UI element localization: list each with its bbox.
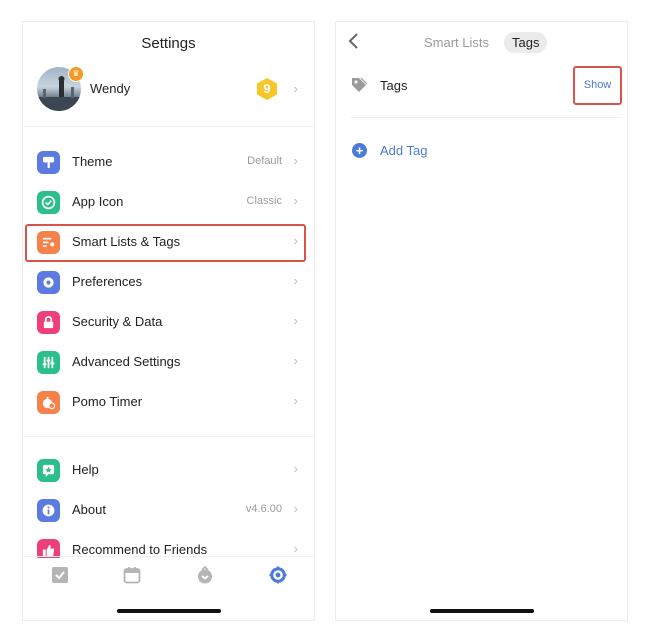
home-indicator [117,609,221,613]
info-icon [37,499,60,522]
tab-smart-lists[interactable]: Smart Lists [416,32,497,53]
settings-item-app-icon[interactable]: App Icon Classic › [37,184,302,220]
calendar-icon[interactable] [117,560,147,590]
settings-item-value: Default [247,155,282,167]
settings-item-label: About [72,502,106,517]
chevron-right-icon: › [293,193,298,208]
settings-item-security-data[interactable]: Security & Data › [37,304,302,340]
settings-item-value: v4.6.00 [245,503,282,515]
settings-item-label: App Icon [72,194,124,209]
gear-icon [37,271,60,294]
chevron-right-icon: › [293,393,298,408]
divider [350,117,622,118]
settings-item-smart-lists-tags[interactable]: Smart Lists & Tags › [37,224,302,260]
chevron-right-icon: › [293,81,298,96]
smart-lists-icon [37,231,60,254]
tabbar-divider [23,556,314,557]
settings-item-label: Help [72,462,99,477]
chevron-right-icon: › [293,541,298,556]
profile-name: Wendy [90,81,131,96]
level-badge: 9 [256,77,278,101]
settings-item-about[interactable]: About v4.6.00 › [37,492,302,528]
chevron-right-icon: › [293,313,298,328]
settings-item-label: Advanced Settings [72,354,181,369]
settings-gear-icon[interactable] [263,560,293,590]
crown-icon: ♛ [68,66,84,82]
settings-item-help[interactable]: Help › [37,452,302,488]
settings-item-pomo-timer[interactable]: Pomo Timer › [37,384,302,420]
show-button[interactable]: Show [573,66,622,105]
lock-icon [37,311,60,334]
tag-icon [350,76,368,94]
home-indicator [430,609,534,613]
settings-item-label: Smart Lists & Tags [72,234,181,249]
task-check-icon[interactable] [45,560,75,590]
page-title: Settings [141,35,196,52]
pomo-icon[interactable] [190,560,220,590]
profile-row[interactable]: ♛ Wendy 9 › [37,66,302,113]
settings-screen: Settings ♛ Wendy 9 › Theme Default › App… [22,21,315,621]
settings-item-recommend[interactable]: Recommend to Friends › [37,532,302,558]
settings-item-label: Pomo Timer [72,394,143,409]
chevron-right-icon: › [293,461,298,476]
settings-item-theme[interactable]: Theme Default › [37,144,302,180]
chevron-right-icon: › [293,501,298,516]
chevron-right-icon: › [293,353,298,368]
add-tag-button[interactable]: + Add Tag [350,141,550,163]
level-badge-number: 9 [263,81,271,96]
back-chevron-icon[interactable] [346,32,362,50]
app-icon-check-icon [37,191,60,214]
settings-item-value: Classic [246,195,282,207]
tab-bar [23,560,314,594]
plus-circle-icon: + [352,143,367,158]
theme-icon [37,151,60,174]
chevron-right-icon: › [293,273,298,288]
tags-screen: Smart Lists Tags Tags Show + Add Tag [335,21,628,621]
settings-item-preferences[interactable]: Preferences › [37,264,302,300]
divider [23,436,314,437]
help-star-icon [37,459,60,482]
divider [23,126,314,127]
settings-item-label: Theme [72,154,113,169]
settings-item-label: Recommend to Friends [72,542,208,557]
chevron-right-icon: › [293,153,298,168]
tab-tags[interactable]: Tags [504,32,548,53]
chevron-right-icon: › [293,233,298,248]
settings-item-label: Security & Data [72,314,163,329]
sliders-icon [37,351,60,374]
pomo-timer-icon [37,391,60,414]
settings-item-label: Preferences [72,274,143,289]
settings-item-advanced-settings[interactable]: Advanced Settings › [37,344,302,380]
add-tag-label: Add Tag [380,143,428,158]
tags-row-label: Tags [380,78,408,93]
